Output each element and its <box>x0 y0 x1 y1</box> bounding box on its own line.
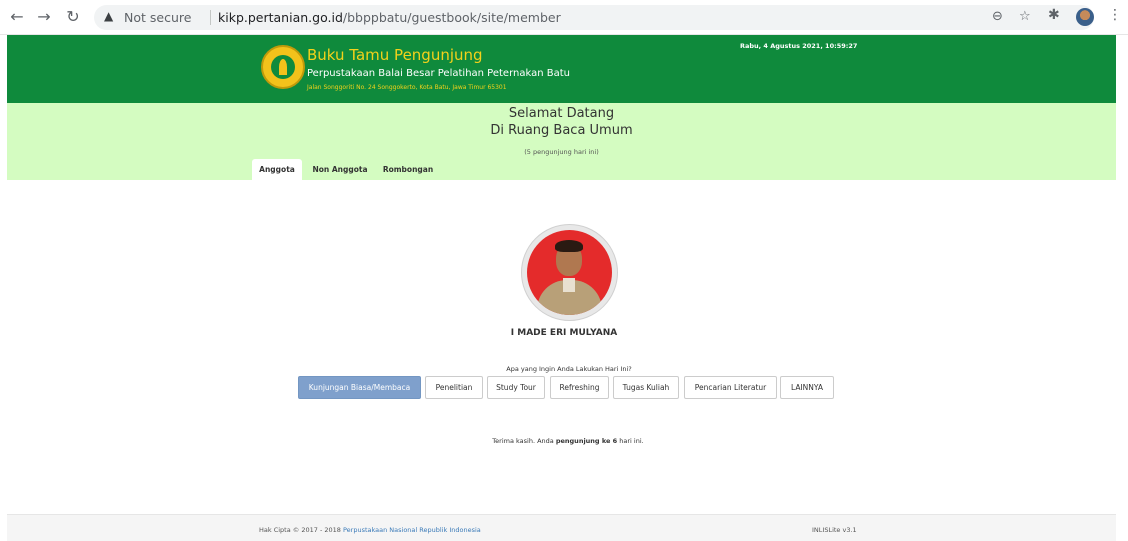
browser-toolbar: ← → ↻ ▲ Not secure kikp.pertanian.go.id/… <box>0 0 1128 35</box>
photo-hair <box>555 240 583 252</box>
penelitian-button[interactable]: Penelitian <box>425 376 483 399</box>
pencarian-literatur-button[interactable]: Pencarian Literatur <box>684 376 777 399</box>
member-name: I MADE ERI MULYANA <box>510 328 618 338</box>
photo-collar <box>563 278 575 292</box>
copyright: Hak Cipta © 2017 - 2018 Perpustakaan Nas… <box>259 526 481 534</box>
site-address: Jalan Songgoriti No. 24 Songgokerto, Kot… <box>307 84 507 91</box>
reload-icon[interactable]: ↻ <box>63 7 83 27</box>
url-host: kikp.pertanian.go.id <box>218 10 343 25</box>
site-title: Buku Tamu Pengunjung <box>307 46 483 64</box>
welcome-line-1: Selamat Datang <box>508 106 615 121</box>
forward-icon[interactable]: → <box>34 7 54 27</box>
site-header: Buku Tamu Pengunjung Perpustakaan Balai … <box>7 35 1116 103</box>
thanks-text-after: hari ini. <box>617 437 644 445</box>
copyright-prefix: Hak Cipta © 2017 - 2018 <box>259 526 343 534</box>
thanks-text-before: Terima kasih. Anda <box>492 437 556 445</box>
tab-non-anggota[interactable]: Non Anggota <box>307 159 373 180</box>
welcome-line-2: Di Ruang Baca Umum <box>490 123 633 138</box>
kunjungan-biasa-button[interactable]: Kunjungan Biasa/Membaca <box>298 376 421 399</box>
menu-icon[interactable]: ⋮ <box>1108 7 1122 23</box>
current-datetime: Rabu, 4 Agustus 2021, 10:59:27 <box>740 42 858 50</box>
library-logo <box>261 45 305 89</box>
lainnya-button[interactable]: LAINNYA <box>780 376 834 399</box>
logo-leaf <box>279 59 287 75</box>
site-footer: Hak Cipta © 2017 - 2018 Perpustakaan Nas… <box>7 514 1116 541</box>
url-text[interactable]: kikp.pertanian.go.id/bbppbatu/guestbook/… <box>218 10 561 25</box>
tab-anggota[interactable]: Anggota <box>252 159 302 180</box>
tab-rombongan[interactable]: Rombongan <box>379 159 437 180</box>
back-icon[interactable]: ← <box>7 7 27 27</box>
welcome-band: Selamat Datang Di Ruang Baca Umum (5 pen… <box>7 103 1116 180</box>
url-path: /bbppbatu/guestbook/site/member <box>342 10 561 25</box>
visitor-count: (5 pengunjung hari ini) <box>524 148 599 156</box>
member-photo-frame <box>521 224 618 321</box>
extensions-icon[interactable]: ✱ <box>1048 7 1060 23</box>
warning-icon[interactable]: ▲ <box>104 9 113 23</box>
star-icon[interactable]: ☆ <box>1019 9 1031 24</box>
address-bar[interactable]: ▲ Not secure kikp.pertanian.go.id/bbppba… <box>94 5 1094 30</box>
address-divider <box>210 10 211 25</box>
activity-question: Apa yang Ingin Anda Lakukan Hari Ini? <box>506 365 632 373</box>
profile-avatar[interactable] <box>1076 8 1094 26</box>
refreshing-button[interactable]: Refreshing <box>550 376 609 399</box>
site-subtitle: Perpustakaan Balai Besar Pelatihan Peter… <box>307 68 570 79</box>
perpusnas-link[interactable]: Perpustakaan Nasional Republik Indonesia <box>343 526 481 534</box>
app-version: INLISLite v3.1 <box>812 526 857 534</box>
study-tour-button[interactable]: Study Tour <box>487 376 545 399</box>
security-label[interactable]: Not secure <box>124 10 191 25</box>
visitor-number: pengunjung ke 6 <box>555 437 618 445</box>
tugas-kuliah-button[interactable]: Tugas Kuliah <box>613 376 679 399</box>
thanks-message: Terima kasih. Anda pengunjung ke 6 hari … <box>0 437 1128 445</box>
member-photo <box>527 230 612 315</box>
zoom-icon[interactable]: ⊖ <box>992 9 1003 24</box>
